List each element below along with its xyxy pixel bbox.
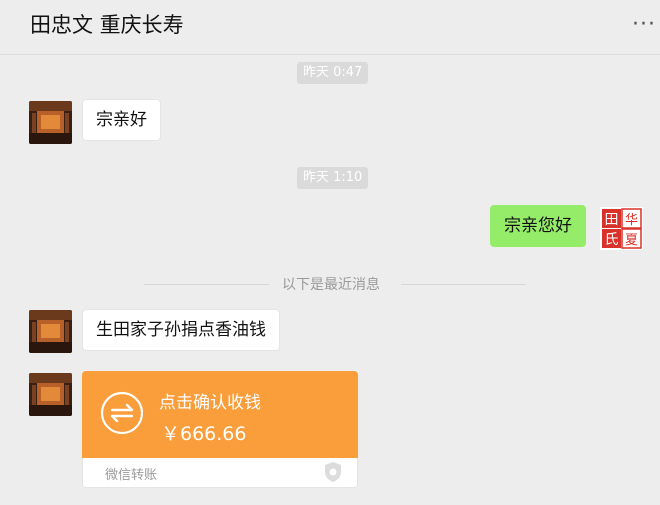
more-dots-icon[interactable]: ··· xyxy=(632,12,656,37)
avatar[interactable] xyxy=(29,310,72,353)
shield-icon xyxy=(325,462,341,482)
transfer-card[interactable]: 点击确认收钱 ￥666.66 微信转账 xyxy=(82,371,358,488)
avatar[interactable] xyxy=(29,101,72,144)
seal-char: 田 xyxy=(605,212,619,228)
message-bubble[interactable]: 宗亲好 xyxy=(82,99,161,141)
transfer-brand: 微信转账 xyxy=(105,468,158,483)
chat-title: 田忠文 重庆长寿 xyxy=(30,13,184,37)
transfer-label: 点击确认收钱 xyxy=(159,393,261,413)
seal-char: 华 xyxy=(625,213,638,228)
timestamp: 昨天 1:10 xyxy=(297,167,369,189)
avatar[interactable] xyxy=(29,373,72,416)
message-bubble[interactable]: 生田家子孙捐点香油钱 xyxy=(82,309,280,351)
avatar-image xyxy=(29,101,72,144)
transfer-card-body[interactable]: 点击确认收钱 ￥666.66 xyxy=(82,371,358,458)
transfer-footer: 微信转账 xyxy=(82,458,358,488)
divider-line xyxy=(144,284,269,285)
recent-messages-divider: 以下是最近消息 xyxy=(144,274,526,294)
transfer-arrows-icon xyxy=(100,391,144,435)
divider-label: 以下是最近消息 xyxy=(282,277,380,293)
chat-header: 田忠文 重庆长寿 ··· xyxy=(0,0,660,55)
transfer-amount: ￥666.66 xyxy=(161,423,247,445)
seal-char: 夏 xyxy=(625,233,638,248)
avatar-image xyxy=(29,310,72,353)
timestamp: 昨天 0:47 xyxy=(297,62,369,84)
seal-char: 氏 xyxy=(605,232,619,248)
seal-icon: 田 华 氏 夏 xyxy=(600,207,643,250)
seal-avatar[interactable]: 田 华 氏 夏 xyxy=(600,207,643,250)
my-message-bubble[interactable]: 宗亲您好 xyxy=(490,205,586,247)
divider-line xyxy=(401,284,526,285)
avatar-image xyxy=(29,373,72,416)
